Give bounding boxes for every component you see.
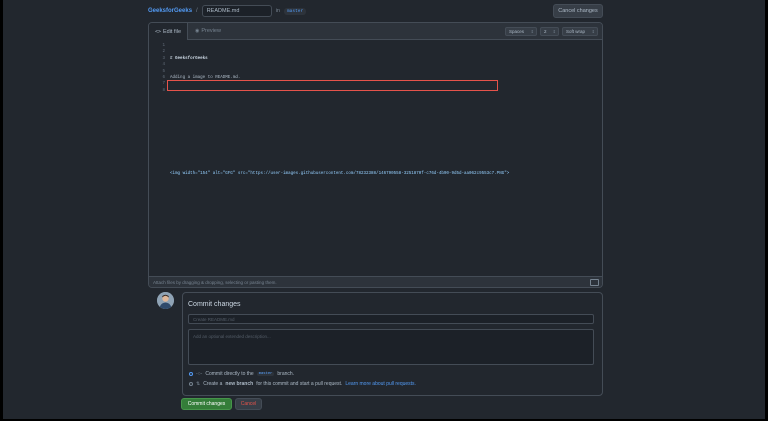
commit-description-textarea[interactable]: Add an optional extended description... [188,329,594,365]
avatar-image [157,292,174,309]
commit-direct-text-post: branch. [277,371,295,377]
commit-direct-text-pre: Commit directly to the [205,371,254,377]
file-path-bar: GeeksforGeeks / README.md in master [148,4,598,18]
new-branch-text-post: for this commit and start a pull request… [256,381,343,387]
select-caret-icon: ⇕ [530,29,534,34]
wrap-mode-select[interactable]: Soft wrap ⇕ [562,27,598,36]
code-area[interactable]: # GeeksforGeeks Adding a image to README… [170,43,509,210]
radio-unselected[interactable] [189,382,193,386]
code-line: # GeeksforGeeks [170,56,208,61]
filename-input[interactable]: README.md [201,5,272,17]
markdown-icon [590,279,599,286]
select-caret-icon: ⇕ [552,29,556,34]
branch-badge: master [283,7,307,15]
commit-icon: -○- [196,371,203,377]
select-caret-icon: ⇕ [591,29,595,34]
commit-title: Commit changes [188,301,241,308]
learn-more-link[interactable]: Learn more about pull requests. [345,381,416,387]
repo-link[interactable]: GeeksforGeeks [148,8,192,14]
file-editor: <> Edit file ◉ Preview Spaces ⇕ 2 ⇕ Soft… [148,22,603,288]
pull-request-icon: ⇅ [196,381,201,387]
tab-preview-label: Preview [201,28,221,34]
avatar [157,292,174,309]
in-label: in [275,8,280,14]
commit-panel: Commit changes Create README.md Add an o… [182,292,603,396]
line-number: 8 [162,88,165,93]
code-icon: <> [154,28,161,35]
commit-direct-option[interactable]: -○- Commit directly to the master branch… [189,371,294,377]
tab-preview[interactable]: ◉ Preview [195,23,221,39]
attach-files-bar[interactable]: Attach files by dragging & dropping, sel… [149,276,602,287]
new-branch-option[interactable]: ⇅ Create a new branch for this commit an… [189,381,416,387]
indent-mode-value: Spaces [509,29,525,34]
branch-badge: master [256,372,275,376]
commit-summary-input[interactable]: Create README.md [188,314,594,324]
attach-hint: Attach files by dragging & dropping, sel… [153,279,277,285]
code-line: <img width="154" alt="GFG" src="https://… [170,172,510,177]
indent-size-value: 2 [544,29,547,34]
highlight-box [167,80,498,91]
indent-size-select[interactable]: 2 ⇕ [540,27,559,36]
window: GeeksforGeeks / README.md in master Canc… [3,0,765,419]
editor-tabs: <> Edit file ◉ Preview Spaces ⇕ 2 ⇕ Soft… [149,23,602,40]
radio-selected[interactable] [189,372,193,376]
eye-icon: ◉ [195,28,200,34]
path-separator: / [196,8,198,14]
tab-edit-label: Edit file [162,28,182,35]
cancel-button[interactable]: Cancel [235,398,262,410]
commit-changes-button[interactable]: Commit changes [181,398,232,410]
wrap-mode-value: Soft wrap [566,29,586,34]
new-branch-text-pre: Create a [203,381,223,387]
indent-mode-select[interactable]: Spaces ⇕ [505,27,537,36]
tab-edit-file[interactable]: <> Edit file [149,23,188,40]
line-number-gutter: 1 2 3 4 5 6 7 8 [149,43,165,94]
new-branch-text-bold: new branch [225,381,254,387]
cancel-changes-button[interactable]: Cancel changes [553,4,603,18]
